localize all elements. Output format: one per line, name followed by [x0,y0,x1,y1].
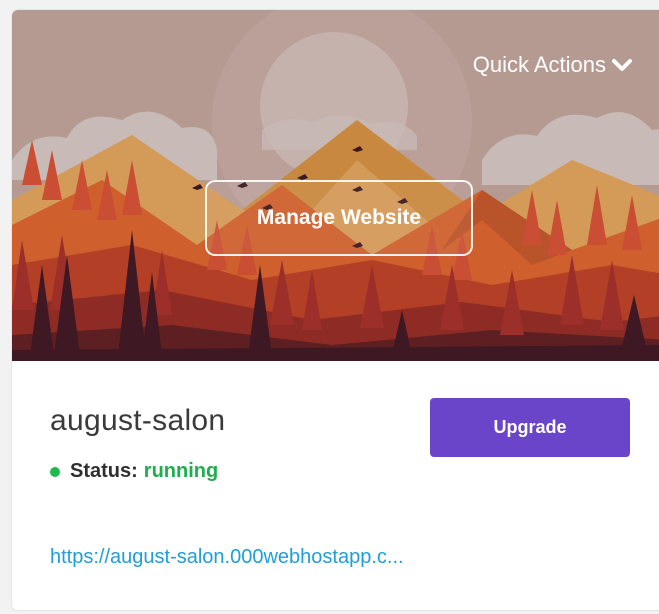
manage-website-button[interactable]: Manage Website [205,180,473,256]
status-value: running [143,460,219,482]
status-indicator: Status: running [50,460,218,483]
site-name: august-salon [50,404,226,437]
status-label: Status: [70,460,138,482]
quick-actions-label: Quick Actions [472,52,606,77]
quick-actions-dropdown[interactable]: Quick Actions [473,52,632,78]
site-url-link[interactable]: https://august-salon.000webhostapp.c... [50,546,404,569]
chevron-down-icon [612,58,632,72]
status-dot-icon [50,466,60,477]
upgrade-button[interactable]: Upgrade [430,398,630,457]
website-thumbnail: Quick Actions Manage Website [12,10,659,361]
website-card: Quick Actions Manage Website august-salo… [12,10,659,610]
